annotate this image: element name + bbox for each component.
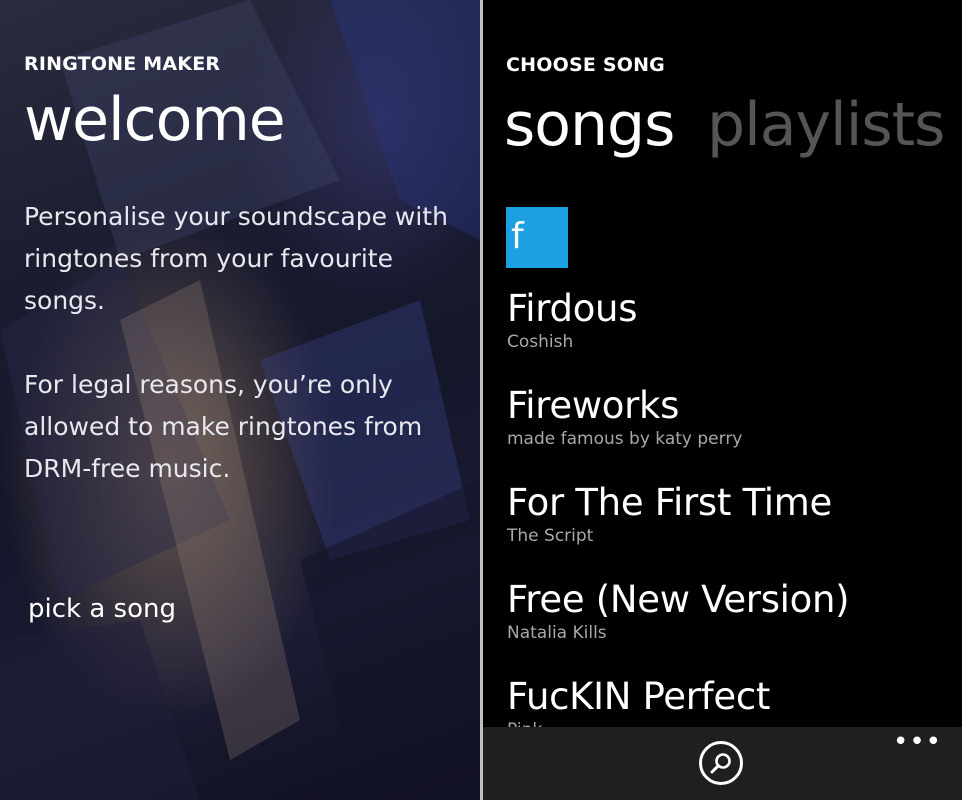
app-title: CHOOSE SONG xyxy=(506,54,665,76)
app-bar: ••• xyxy=(483,727,962,800)
pick-a-song-button[interactable]: pick a song xyxy=(28,594,176,624)
tab-songs[interactable]: songs xyxy=(504,90,675,160)
song-item[interactable]: Free (New Version) Natalia Kills xyxy=(507,578,850,644)
song-item[interactable]: Firdous Coshish xyxy=(507,287,637,353)
jump-letter: f xyxy=(511,216,524,257)
app-title: RINGTONE MAKER xyxy=(24,53,221,75)
song-title: FucKIN Perfect xyxy=(507,675,771,718)
song-title: Fireworks xyxy=(507,384,680,427)
song-artist: made famous by katy perry xyxy=(507,429,743,449)
song-title: Firdous xyxy=(507,287,638,330)
jump-list-letter-tile[interactable]: f xyxy=(506,207,568,268)
search-icon xyxy=(710,753,731,774)
search-button[interactable] xyxy=(699,741,743,785)
song-artist: Coshish xyxy=(507,332,574,352)
song-artist: Natalia Kills xyxy=(507,623,607,643)
legal-paragraph: For legal reasons, you’re only allowed t… xyxy=(24,370,423,483)
song-item[interactable]: Fireworks made famous by katy perry xyxy=(507,384,742,450)
song-item[interactable]: For The First Time The Script xyxy=(507,481,832,547)
song-artist: The Script xyxy=(507,526,594,546)
song-title: Free (New Version) xyxy=(507,578,850,621)
more-options-button[interactable]: ••• xyxy=(893,729,942,755)
tab-playlists[interactable]: playlists xyxy=(707,90,945,160)
intro-paragraph: Personalise your soundscape with rington… xyxy=(24,202,448,315)
song-title: For The First Time xyxy=(507,481,832,524)
welcome-page: RINGTONE MAKER welcome Personalise your … xyxy=(0,0,480,800)
choose-song-page: CHOOSE SONG songs playlists f Firdous Co… xyxy=(483,0,962,800)
page-title: welcome xyxy=(24,85,286,155)
